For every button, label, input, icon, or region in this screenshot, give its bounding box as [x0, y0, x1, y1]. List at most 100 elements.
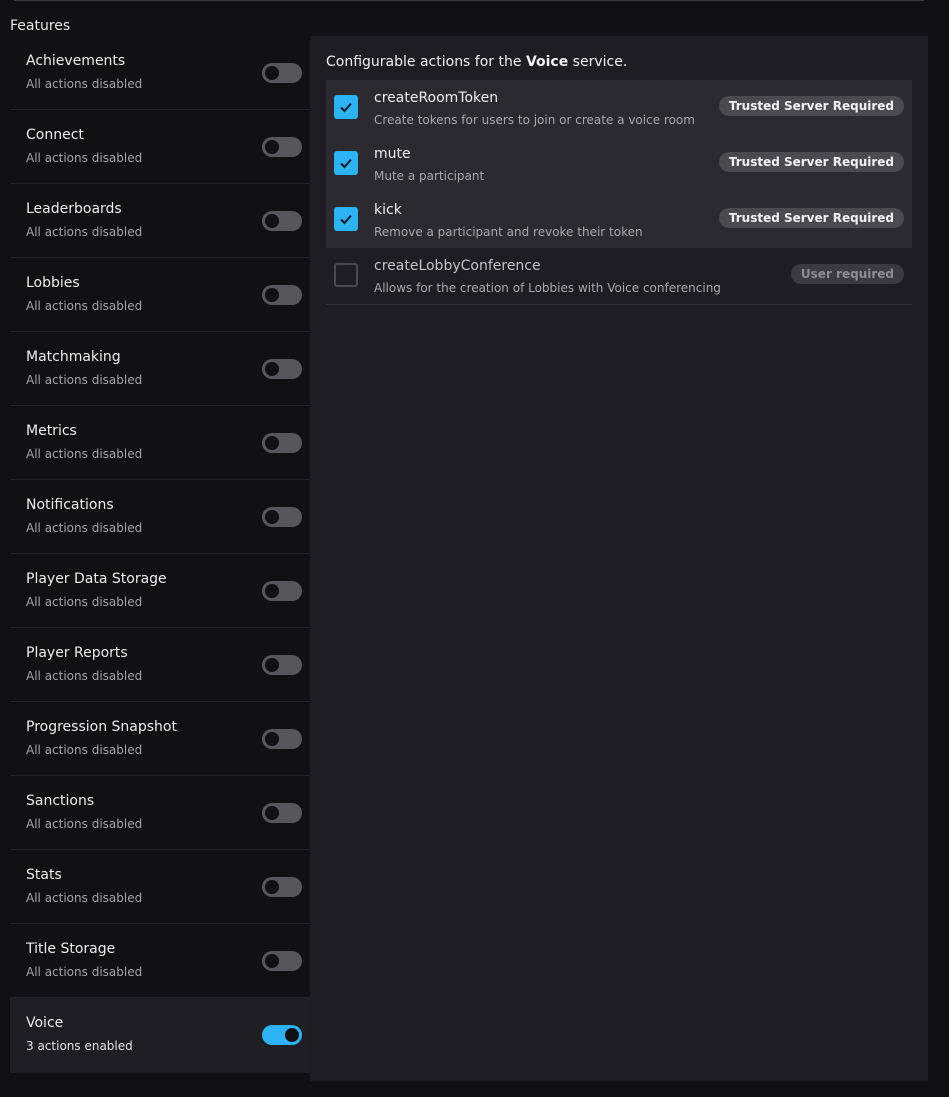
feature-toggle[interactable]: [262, 803, 302, 823]
feature-status: All actions disabled: [26, 373, 143, 387]
action-description: Mute a participant: [374, 169, 485, 183]
checkbox-checked[interactable]: [334, 207, 358, 231]
action-description: Remove a participant and revoke their to…: [374, 225, 643, 239]
feature-status: All actions disabled: [26, 447, 143, 461]
feature-toggle[interactable]: [262, 655, 302, 675]
action-description: Create tokens for users to join or creat…: [374, 113, 695, 127]
sidebar-item-stats[interactable]: Stats All actions disabled: [10, 850, 310, 924]
requirement-badge: User required: [790, 264, 904, 284]
feature-name: Achievements: [26, 53, 126, 69]
toggle-knob: [285, 1028, 299, 1042]
toggle-knob: [265, 214, 279, 228]
feature-name: Metrics: [26, 423, 77, 439]
toggle-knob: [265, 732, 279, 746]
action-name: createRoomToken: [374, 90, 499, 106]
toggle-knob: [265, 954, 279, 968]
sidebar-item-achievements[interactable]: Achievements All actions disabled: [10, 36, 310, 110]
feature-name: Progression Snapshot: [26, 719, 177, 735]
sidebar-item-lobbies[interactable]: Lobbies All actions disabled: [10, 258, 310, 332]
feature-toggle[interactable]: [262, 359, 302, 379]
action-row-mute: mute Mute a participant Trusted Server Req…: [326, 136, 912, 192]
toggle-knob: [265, 806, 279, 820]
features-title: Features: [10, 18, 71, 34]
sidebar-item-player-data-storage[interactable]: Player Data Storage All actions disabled: [10, 554, 310, 628]
sidebar-item-sanctions[interactable]: Sanctions All actions disabled: [10, 776, 310, 850]
requirement-badge: Trusted Server Required: [718, 152, 904, 172]
panel-heading-suffix: service.: [568, 54, 628, 70]
panel-heading: Configurable actions for the Voice servi…: [326, 54, 627, 70]
feature-status: All actions disabled: [26, 595, 143, 609]
feature-toggle[interactable]: [262, 1025, 302, 1045]
feature-name: Matchmaking: [26, 349, 121, 365]
feature-name: Connect: [26, 127, 84, 143]
sidebar-item-title-storage[interactable]: Title Storage All actions disabled: [10, 924, 310, 998]
actions-list: createRoomToken Create tokens for users t…: [326, 80, 912, 305]
feature-status: All actions disabled: [26, 521, 143, 535]
toggle-knob: [265, 880, 279, 894]
feature-name: Player Data Storage: [26, 571, 167, 587]
toggle-knob: [265, 362, 279, 376]
requirement-badge: Trusted Server Required: [718, 208, 904, 228]
checkbox-unchecked[interactable]: [334, 263, 358, 287]
feature-toggle[interactable]: [262, 951, 302, 971]
checkbox-checked[interactable]: [334, 95, 358, 119]
panel-heading-prefix: Configurable actions for the: [326, 54, 526, 70]
action-name: createLobbyConference: [374, 258, 541, 274]
sidebar-item-voice[interactable]: Voice 3 actions enabled: [10, 998, 310, 1073]
action-row-createRoomToken: createRoomToken Create tokens for users t…: [326, 80, 912, 136]
feature-status: All actions disabled: [26, 299, 143, 313]
action-description: Allows for the creation of Lobbies with …: [374, 281, 721, 295]
feature-toggle[interactable]: [262, 581, 302, 601]
feature-toggle[interactable]: [262, 729, 302, 749]
toggle-knob: [265, 66, 279, 80]
feature-name: Lobbies: [26, 275, 80, 291]
feature-status: 3 actions enabled: [26, 1039, 133, 1053]
feature-status: All actions disabled: [26, 743, 143, 757]
checkmark-icon: [340, 158, 352, 169]
feature-status: All actions disabled: [26, 669, 143, 683]
action-name: kick: [374, 202, 402, 218]
toggle-knob: [265, 436, 279, 450]
feature-name: Voice: [26, 1015, 64, 1031]
feature-name: Sanctions: [26, 793, 95, 809]
feature-status: All actions disabled: [26, 151, 143, 165]
feature-toggle[interactable]: [262, 211, 302, 231]
checkmark-icon: [340, 214, 352, 225]
features-sidebar: Achievements All actions disabled Connect A…: [10, 36, 310, 1073]
feature-status: All actions disabled: [26, 77, 143, 91]
feature-name: Title Storage: [26, 941, 116, 957]
action-name: mute: [374, 146, 411, 162]
toggle-knob: [265, 584, 279, 598]
feature-status: All actions disabled: [26, 225, 143, 239]
checkmark-icon: [340, 102, 352, 113]
sidebar-item-matchmaking[interactable]: Matchmaking All actions disabled: [10, 332, 310, 406]
feature-status: All actions disabled: [26, 965, 143, 979]
sidebar-item-player-reports[interactable]: Player Reports All actions disabled: [10, 628, 310, 702]
sidebar-item-notifications[interactable]: Notifications All actions disabled: [10, 480, 310, 554]
feature-name: Player Reports: [26, 645, 128, 661]
feature-toggle[interactable]: [262, 507, 302, 527]
feature-status: All actions disabled: [26, 817, 143, 831]
feature-toggle[interactable]: [262, 877, 302, 897]
actions-panel: Configurable actions for the Voice servi…: [310, 36, 928, 1081]
sidebar-item-progression-snapshot[interactable]: Progression Snapshot All actions disabled: [10, 702, 310, 776]
feature-toggle[interactable]: [262, 63, 302, 83]
action-row-kick: kick Remove a participant and revoke thei…: [326, 192, 912, 248]
feature-toggle[interactable]: [262, 285, 302, 305]
sidebar-item-leaderboards[interactable]: Leaderboards All actions disabled: [10, 184, 310, 258]
checkbox-checked[interactable]: [334, 151, 358, 175]
toggle-knob: [265, 288, 279, 302]
toggle-knob: [265, 510, 279, 524]
feature-name: Leaderboards: [26, 201, 122, 217]
top-divider: [14, 0, 924, 1]
sidebar-item-connect[interactable]: Connect All actions disabled: [10, 110, 310, 184]
action-row-createLobbyConference: createLobbyConference Allows for the crea…: [326, 248, 912, 305]
feature-toggle[interactable]: [262, 433, 302, 453]
feature-status: All actions disabled: [26, 891, 143, 905]
feature-toggle[interactable]: [262, 137, 302, 157]
feature-name: Stats: [26, 867, 62, 883]
sidebar-item-metrics[interactable]: Metrics All actions disabled: [10, 406, 310, 480]
toggle-knob: [265, 140, 279, 154]
requirement-badge: Trusted Server Required: [718, 96, 904, 116]
toggle-knob: [265, 658, 279, 672]
